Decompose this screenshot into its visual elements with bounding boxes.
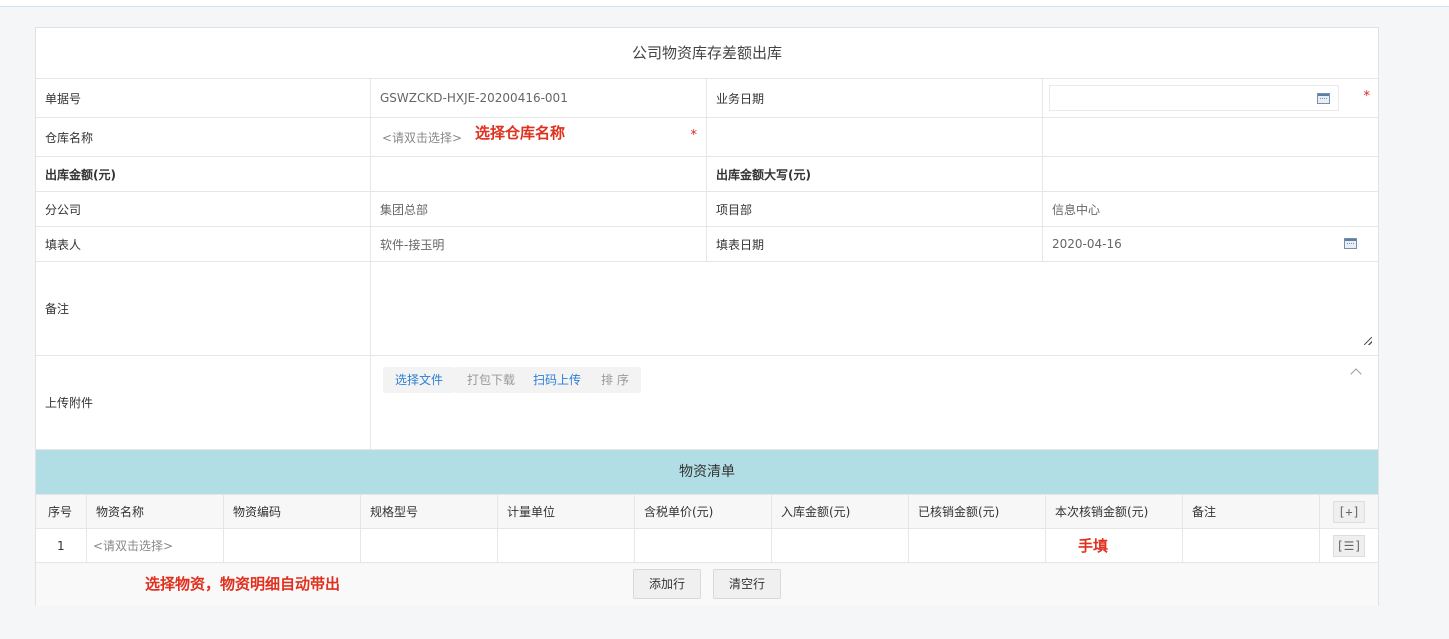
current-writeoff-cell[interactable]: 手填 [1046,529,1183,562]
materials-footer: 选择物资，物资明细自动带出 添加行 清空行 [36,563,1378,606]
add-column-button[interactable]: [+] [1333,500,1365,523]
written-off-cell[interactable] [909,529,1046,562]
sort-button[interactable]: 排 序 [589,367,641,393]
footer-annotation: 选择物资，物资明细自动带出 [145,575,341,593]
warehouse-label: 仓库名称 [36,118,371,156]
row-menu-button[interactable]: [☰] [1333,534,1365,557]
fill-date-label: 填表日期 [707,227,1043,261]
remark-label: 备注 [36,262,371,355]
form-row-remark: 备注 [36,262,1378,356]
form-title: 公司物资库存差额出库 [36,28,1378,79]
form-row-doc: 单据号 GSWZCKD-HXJE-20200416-001 业务日期 * [36,79,1378,118]
resize-grip-icon[interactable] [1364,337,1372,345]
biz-date-input[interactable] [1049,85,1339,111]
unit-cell[interactable] [498,529,635,562]
form-row-filler: 填表人 软件-接玉明 填表日期 2020-04-16 [36,227,1378,262]
doc-no-label: 单据号 [36,79,371,117]
pack-download-button[interactable]: 打包下载 [455,367,528,393]
scan-upload-button[interactable]: 扫码上传 [521,367,594,393]
fill-date-field[interactable]: 2020-04-16 [1043,227,1378,261]
unit-price-cell[interactable] [635,529,772,562]
form-row-branch: 分公司 集团总部 项目部 信息中心 [36,192,1378,227]
manual-fill-annotation: 手填 [1078,537,1109,555]
row-index: 1 [36,529,87,562]
outbound-form: 公司物资库存差额出库 单据号 GSWZCKD-HXJE-20200416-001… [35,27,1379,606]
material-code-cell[interactable] [224,529,361,562]
in-amount-cell[interactable] [772,529,909,562]
attach-label: 上传附件 [36,356,371,449]
biz-date-label: 业务日期 [707,79,1043,117]
warehouse-picker[interactable]: <请双击选择> [382,129,462,146]
form-row-warehouse: 仓库名称 <请双击选择> 选择仓库名称 * [36,118,1378,157]
column-header: 序号 [36,495,87,528]
column-header: 规格型号 [361,495,498,528]
column-header: 入库金额(元) [772,495,909,528]
doc-no-value: GSWZCKD-HXJE-20200416-001 [371,79,707,117]
row-menu-cell: [☰] [1320,529,1378,562]
branch-value: 集团总部 [371,192,707,226]
project-label: 项目部 [707,192,1043,226]
clear-row-button[interactable]: 清空行 [713,569,782,599]
required-mark: * [1363,89,1371,104]
project-value: 信息中心 [1052,202,1101,217]
top-bar [0,0,1449,7]
column-header: 计量单位 [498,495,635,528]
branch-label: 分公司 [36,192,371,226]
fill-date-value: 2020-04-16 [1052,237,1122,251]
table-row: 1 <请双击选择> 手填 [☰] [36,529,1378,563]
form-row-amount: 出库金额(元) 出库金额大写(元) [36,157,1378,192]
column-header: 本次核销金额(元) [1046,495,1183,528]
attach-cell: 选择文件 打包下载 扫码上传 排 序 [371,356,1378,449]
calendar-icon[interactable] [1344,238,1357,249]
add-row-button[interactable]: 添加行 [633,569,702,599]
biz-date-cell: * [1043,79,1378,117]
out-amount-upper-value [1043,157,1378,191]
filler-value: 软件-接玉明 [371,227,707,261]
material-name-picker[interactable]: <请双击选择> [87,529,224,562]
column-header: 物资编码 [224,495,361,528]
column-header: 物资名称 [87,495,224,528]
chevron-up-icon[interactable] [1350,368,1362,380]
spec-cell[interactable] [361,529,498,562]
form-row-attach: 上传附件 选择文件 打包下载 扫码上传 排 序 [36,356,1378,450]
remark-cell [371,262,1378,355]
select-file-button[interactable]: 选择文件 [383,367,456,393]
column-header: 已核销金额(元) [909,495,1046,528]
column-header: 含税单价(元) [635,495,772,528]
column-header: 备注 [1183,495,1320,528]
empty-cell [1043,118,1378,156]
warehouse-cell[interactable]: <请双击选择> 选择仓库名称 * [371,118,707,156]
materials-header-row: 序号 物资名称 物资编码 规格型号 计量单位 含税单价(元) 入库金额(元) 已… [36,495,1378,529]
add-column-cell: [+] [1320,495,1378,528]
remark-textarea[interactable] [371,262,1378,355]
material-name-placeholder: <请双击选择> [93,539,174,553]
out-amount-upper-label: 出库金额大写(元) [707,157,1043,191]
filler-label: 填表人 [36,227,371,261]
warehouse-annotation: 选择仓库名称 [475,124,566,142]
calendar-icon[interactable] [1317,93,1330,104]
row-remark-cell[interactable] [1183,529,1320,562]
required-mark: * [690,128,698,143]
materials-section-title: 物资清单 [36,450,1378,495]
empty-cell [707,118,1043,156]
out-amount-value [371,157,707,191]
out-amount-label: 出库金额(元) [36,157,371,191]
